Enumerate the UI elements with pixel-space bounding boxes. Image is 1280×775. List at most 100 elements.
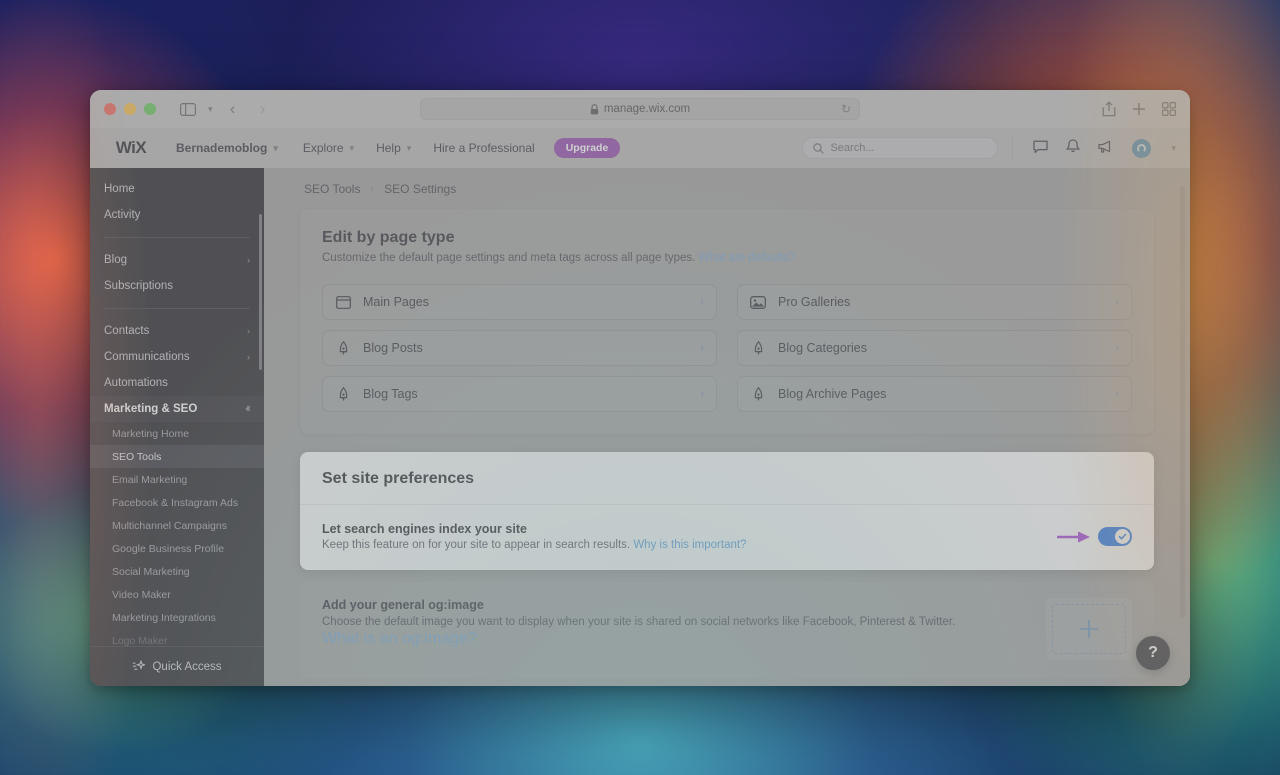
nav-hire-a-professional[interactable]: Hire a Professional [422,141,545,155]
sidebar-item-seo-tools[interactable]: SEO Tools [90,445,264,468]
address-bar[interactable]: manage.wix.com ↻ [420,98,860,120]
upgrade-button[interactable]: Upgrade [553,138,621,158]
forward-button[interactable]: › [253,99,273,119]
chevron-right-icon: › [1115,296,1119,308]
page-subtitle: Customize the default page settings and … [322,252,1132,264]
sidebar-scroll-region: Home Activity Blog › Subscriptions Conta… [90,168,264,646]
annotation-arrow-icon [1057,531,1090,542]
quick-access-button[interactable]: Quick Access [90,646,264,686]
wix-top-navigation: WiX Bernademoblog ▾ Explore ▾ Help ▾ Hir… [90,128,1190,168]
sidebar-item-label: Marketing Home [112,427,190,440]
sidebar-item-automations[interactable]: Automations [90,370,264,396]
pen-nib-icon [750,340,766,356]
chevron-up-icon: ⱏ [245,403,250,414]
breadcrumb-item-seo-settings[interactable]: SEO Settings [384,182,456,196]
avatar[interactable] [1132,138,1152,158]
sidebar-toggle-icon[interactable] [180,102,196,116]
maximize-window-button[interactable] [144,103,156,115]
search-input[interactable]: Search... [802,137,999,159]
chat-icon[interactable] [1033,140,1049,157]
content-scrollbar[interactable] [1180,186,1185,618]
sidebar-item-marketing-home[interactable]: Marketing Home [90,422,264,445]
announcements-megaphone-icon[interactable] [1098,140,1114,157]
pen-nib-icon [335,386,351,402]
sidebar-item-label: Multichannel Campaigns [112,519,227,532]
minimize-window-button[interactable] [124,103,136,115]
index-toggle-wrap [1056,527,1132,546]
topbar-icon-group: ▾ [1012,138,1190,158]
main-content: SEO Tools › SEO Settings Edit by page ty… [264,168,1190,686]
nav-help[interactable]: Help ▾ [365,141,422,155]
page-type-blog-posts[interactable]: Blog Posts › [322,330,717,366]
window-traffic-lights [104,103,156,115]
og-image-dropzone[interactable] [1046,598,1132,660]
sidebar-item-marketing-integrations[interactable]: Marketing Integrations [90,606,264,629]
sparkle-star-icon [133,660,146,670]
sidebar-item-home[interactable]: Home [90,176,264,202]
sidebar-item-facebook-instagram-ads[interactable]: Facebook & Instagram Ads [90,491,264,514]
page-type-blog-tags[interactable]: Blog Tags › [322,376,717,412]
pen-nib-icon [750,386,766,402]
sidebar-item-marketing-and-seo[interactable]: Marketing & SEO ⱏ [90,396,264,422]
page-type-blog-archive-pages[interactable]: Blog Archive Pages › [737,376,1132,412]
page-type-blog-categories[interactable]: Blog Categories › [737,330,1132,366]
breadcrumb-item-seo-tools[interactable]: SEO Tools [304,182,360,196]
sidebar-item-communications[interactable]: Communications › [90,344,264,370]
page-type-label: Blog Archive Pages [778,387,887,401]
sidebar-scrollbar[interactable] [259,214,262,370]
index-row-title: Let search engines index your site [322,522,527,536]
breadcrumb: SEO Tools › SEO Settings [264,168,1190,209]
sidebar-item-social-marketing[interactable]: Social Marketing [90,560,264,583]
sidebar-item-video-maker[interactable]: Video Maker [90,583,264,606]
sidebar-item-contacts[interactable]: Contacts › [90,318,264,344]
page-subtitle-text: Customize the default page settings and … [322,252,696,264]
share-icon[interactable] [1102,101,1116,117]
wix-logo[interactable]: WiX [90,138,172,158]
sidebar-item-subscriptions[interactable]: Subscriptions [90,273,264,299]
sidebar-item-label: Social Marketing [112,565,190,578]
chevron-down-icon[interactable]: ▾ [208,104,213,115]
browser-window: ▾ ‹ › manage.wix.com ↻ WiX Bernademoblog… [90,90,1190,686]
chevron-right-icon: › [247,352,250,362]
sidebar-divider [104,237,250,238]
sidebar-item-blog[interactable]: Blog › [90,247,264,273]
page-type-pro-galleries[interactable]: Pro Galleries › [737,284,1132,320]
nav-hire-label: Hire a Professional [433,141,535,155]
chevron-right-icon: › [700,296,704,308]
help-button[interactable]: ? [1136,636,1170,670]
page-type-label: Blog Categories [778,341,867,355]
plus-icon [1080,620,1098,638]
notifications-bell-icon[interactable] [1066,139,1081,157]
sidebar-item-google-business-profile[interactable]: Google Business Profile [90,537,264,560]
sidebar-item-multichannel-campaigns[interactable]: Multichannel Campaigns [90,514,264,537]
breadcrumb-separator-icon: › [370,183,375,195]
reload-icon[interactable]: ↻ [841,102,851,116]
back-button[interactable]: ‹ [223,99,243,119]
address-bar-url: manage.wix.com [603,103,691,115]
lock-icon [590,103,599,114]
page-type-main-pages[interactable]: Main Pages › [322,284,717,320]
what-is-og-image-link[interactable]: What is an og:image? [322,630,477,648]
sidebar-item-label: Marketing Integrations [112,611,216,624]
why-is-this-important-link[interactable]: Why is this important? [633,539,746,551]
what-are-defaults-link[interactable]: What are defaults? [699,252,796,264]
page-title: Edit by page type [322,229,455,246]
chevron-down-icon[interactable]: ▾ [1171,143,1176,154]
tab-overview-icon[interactable] [1162,102,1176,116]
chevron-down-icon: ▾ [273,142,278,153]
sidebar-item-label: Marketing & SEO [104,403,198,415]
sidebar-item-activity[interactable]: Activity [90,202,264,228]
chevron-right-icon: › [1115,388,1119,400]
sidebar-item-label: Subscriptions [104,280,174,292]
close-window-button[interactable] [104,103,116,115]
site-selector[interactable]: Bernademoblog ▾ [172,141,292,155]
sidebar-item-label: SEO Tools [112,450,162,463]
preferences-header: Set site preferences [300,452,1154,505]
nav-explore[interactable]: Explore ▾ [292,141,365,155]
sidebar-item-logo-maker[interactable]: Logo Maker [90,629,264,647]
sidebar-divider [104,308,250,309]
search-engine-index-toggle[interactable] [1098,527,1132,546]
new-tab-icon[interactable] [1132,102,1146,116]
edit-by-page-type-card: Edit by page type Customize the default … [300,209,1154,434]
sidebar-item-email-marketing[interactable]: Email Marketing [90,468,264,491]
